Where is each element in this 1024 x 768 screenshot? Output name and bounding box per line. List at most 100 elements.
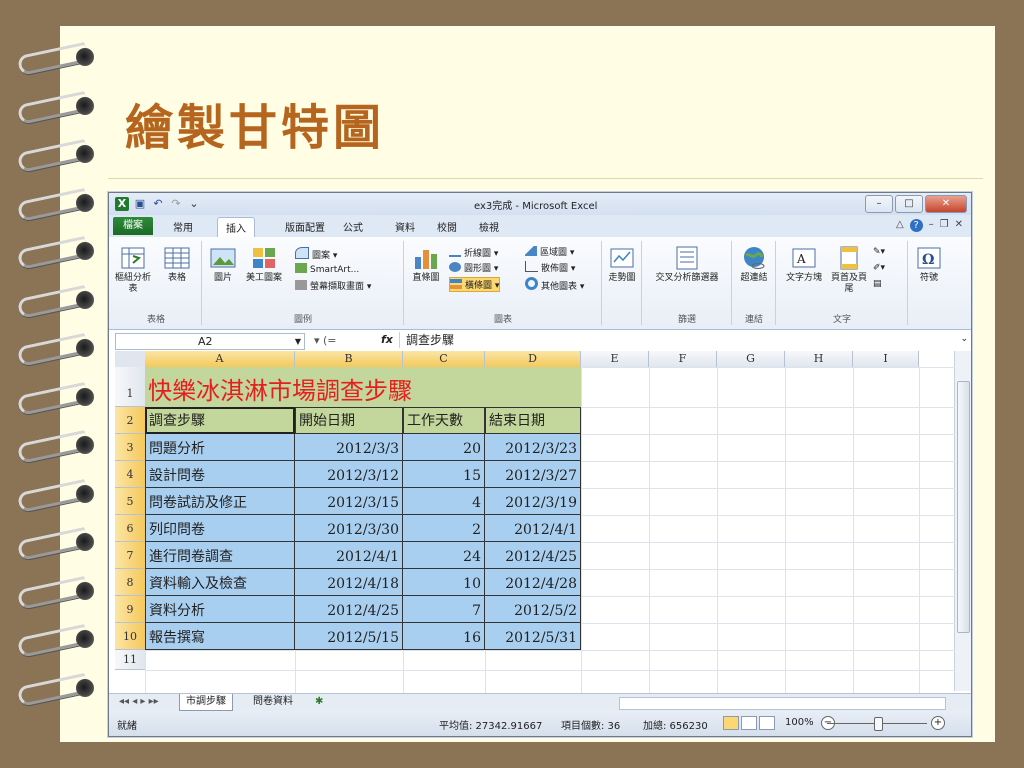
- tab-formulas[interactable]: 公式: [343, 219, 363, 234]
- column-header[interactable]: H: [785, 351, 853, 368]
- row-header[interactable]: 5: [115, 488, 146, 515]
- textbox-button[interactable]: A 文字方塊: [781, 245, 827, 284]
- workbook-minimize-icon[interactable]: –: [929, 219, 934, 232]
- other-charts-button[interactable]: 其他圖表 ▾: [525, 277, 584, 292]
- data-cell[interactable]: 15: [403, 461, 485, 488]
- row-header[interactable]: 11: [115, 650, 146, 670]
- table-button[interactable]: 表格: [159, 245, 195, 284]
- row-header[interactable]: 3: [115, 434, 146, 461]
- column-header[interactable]: F: [649, 351, 717, 368]
- column-header[interactable]: G: [717, 351, 785, 368]
- header-footer-button[interactable]: 頁首及頁尾: [829, 245, 869, 295]
- insert-sheet-icon[interactable]: ✱: [309, 694, 329, 710]
- column-header[interactable]: E: [581, 351, 649, 368]
- column-title-cell[interactable]: 結束日期: [485, 407, 581, 434]
- data-cell[interactable]: 2012/5/2: [485, 596, 581, 623]
- smartart-button[interactable]: SmartArt...: [295, 263, 359, 275]
- data-cell[interactable]: 進行問卷調查: [145, 542, 295, 569]
- row-header[interactable]: 9: [115, 596, 146, 623]
- zoom-formula-icon[interactable]: ▾ (=: [314, 334, 337, 347]
- vertical-scrollbar[interactable]: [954, 351, 971, 691]
- data-cell[interactable]: 24: [403, 542, 485, 569]
- normal-view-button[interactable]: [723, 716, 739, 730]
- object-icon[interactable]: ▤: [873, 279, 882, 289]
- minimize-button[interactable]: –: [865, 195, 893, 213]
- data-cell[interactable]: 2012/3/15: [295, 488, 403, 515]
- data-cell[interactable]: 2012/4/25: [295, 596, 403, 623]
- wordart-icon[interactable]: ✐▾: [873, 263, 885, 273]
- column-header[interactable]: B: [295, 351, 403, 368]
- tab-review[interactable]: 校閱: [437, 219, 457, 234]
- line-chart-button[interactable]: 折線圖 ▾: [449, 245, 498, 259]
- area-chart-button[interactable]: 區域圖 ▾: [525, 245, 574, 258]
- column-title-cell[interactable]: 開始日期: [295, 407, 403, 434]
- data-cell[interactable]: 列印問卷: [145, 515, 295, 542]
- data-cell[interactable]: 2012/5/31: [485, 623, 581, 650]
- data-cell[interactable]: 2012/3/12: [295, 461, 403, 488]
- tab-page-layout[interactable]: 版面配置: [285, 219, 325, 234]
- pivot-table-button[interactable]: 樞紐分析表: [115, 245, 151, 295]
- sheet-nav-buttons[interactable]: ◂◂ ◂ ▸ ▸▸: [113, 694, 165, 710]
- data-cell[interactable]: 2: [403, 515, 485, 542]
- data-cell[interactable]: 問題分析: [145, 434, 295, 461]
- sheet-tab-survey-steps[interactable]: 市調步驟: [179, 694, 233, 711]
- clipart-button[interactable]: 美工圖案: [241, 245, 287, 284]
- column-chart-button[interactable]: 直條圖: [409, 245, 443, 284]
- name-box[interactable]: A2 ▼: [115, 333, 305, 350]
- signature-icon[interactable]: ✎▾: [873, 247, 885, 257]
- column-header[interactable]: D: [485, 351, 581, 368]
- row-header[interactable]: 2: [115, 407, 146, 434]
- data-cell[interactable]: 設計問卷: [145, 461, 295, 488]
- row-header[interactable]: 8: [115, 569, 146, 596]
- sparkline-button[interactable]: 走勢圖: [605, 245, 639, 284]
- row-header[interactable]: 4: [115, 461, 146, 488]
- help-icon[interactable]: ?: [909, 219, 923, 232]
- zoom-in-button[interactable]: +: [931, 716, 945, 730]
- data-cell[interactable]: 資料輸入及檢查: [145, 569, 295, 596]
- page-layout-view-button[interactable]: [741, 716, 757, 730]
- tab-home[interactable]: 常用: [173, 219, 193, 234]
- data-cell[interactable]: 2012/4/18: [295, 569, 403, 596]
- data-cell[interactable]: 2012/4/1: [295, 542, 403, 569]
- data-cell[interactable]: 16: [403, 623, 485, 650]
- undo-icon[interactable]: ↶: [151, 197, 165, 211]
- minimize-ribbon-icon[interactable]: △: [896, 219, 904, 232]
- redo-icon[interactable]: ↷: [169, 197, 183, 211]
- sheet-title-cell[interactable]: 快樂冰淇淋市場調查步驟: [145, 367, 581, 407]
- data-cell[interactable]: 2012/4/28: [485, 569, 581, 596]
- customize-qat-icon[interactable]: ⌄: [187, 197, 201, 211]
- pie-chart-button[interactable]: 圓形圖 ▾: [449, 261, 498, 274]
- horizontal-scrollbar[interactable]: [619, 697, 946, 710]
- data-cell[interactable]: 2012/4/25: [485, 542, 581, 569]
- row-header[interactable]: 1: [115, 367, 146, 407]
- bar-chart-button[interactable]: 橫條圖 ▾: [449, 277, 501, 292]
- symbol-button[interactable]: Ω 符號: [913, 245, 945, 284]
- zoom-slider-knob[interactable]: [874, 717, 883, 731]
- data-cell[interactable]: 20: [403, 434, 485, 461]
- data-cell[interactable]: 2012/3/27: [485, 461, 581, 488]
- tab-view[interactable]: 檢視: [479, 219, 499, 234]
- row-header[interactable]: 6: [115, 515, 146, 542]
- chevron-down-icon[interactable]: ▼: [295, 334, 301, 349]
- formula-input[interactable]: 調查步驟: [399, 332, 961, 348]
- sheet-tab-survey-data[interactable]: 問卷資料: [247, 694, 299, 710]
- scatter-chart-button[interactable]: 散佈圖 ▾: [525, 261, 575, 274]
- column-header[interactable]: C: [403, 351, 485, 368]
- tab-data[interactable]: 資料: [395, 219, 415, 234]
- tab-insert[interactable]: 插入: [217, 217, 255, 237]
- maximize-button[interactable]: □: [895, 195, 923, 213]
- close-button[interactable]: ✕: [925, 195, 967, 213]
- data-cell[interactable]: 報告撰寫: [145, 623, 295, 650]
- row-header[interactable]: 10: [115, 623, 146, 650]
- hyperlink-button[interactable]: 超連結: [737, 245, 771, 284]
- data-cell[interactable]: 2012/3/30: [295, 515, 403, 542]
- column-header[interactable]: A: [145, 351, 295, 368]
- data-cell[interactable]: 2012/3/19: [485, 488, 581, 515]
- select-all-button[interactable]: [115, 351, 146, 368]
- data-cell[interactable]: 2012/4/1: [485, 515, 581, 542]
- data-cell[interactable]: 問卷試訪及修正: [145, 488, 295, 515]
- picture-button[interactable]: 圖片: [207, 245, 239, 284]
- data-cell[interactable]: 2012/3/23: [485, 434, 581, 461]
- slicer-button[interactable]: 交叉分析篩選器: [647, 245, 727, 284]
- page-break-view-button[interactable]: [759, 716, 775, 730]
